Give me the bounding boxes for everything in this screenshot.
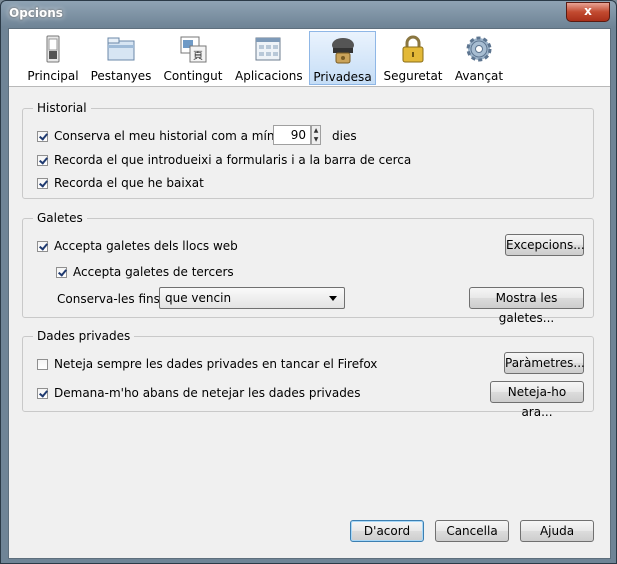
switch-icon — [46, 35, 60, 63]
ask-before-clear-checkbox[interactable] — [37, 388, 48, 399]
pane-label: Contingut — [163, 69, 223, 83]
help-button[interactable]: Ajuda — [520, 520, 594, 542]
exceptions-button[interactable]: Excepcions... — [505, 234, 585, 256]
private-data-legend: Dades privades — [33, 329, 135, 343]
accept-cookies-checkbox[interactable] — [37, 241, 48, 252]
applications-window-icon — [255, 37, 281, 61]
keep-until-select[interactable]: que vencin — [159, 287, 345, 309]
settings-button[interactable]: Paràmetres... — [504, 352, 585, 374]
pane-pestanyes[interactable]: Pestanyes — [89, 31, 153, 85]
accept-third-party-checkbox[interactable] — [56, 267, 67, 278]
remember-downloads-checkbox[interactable] — [37, 178, 48, 189]
show-cookies-button[interactable]: Mostra les galetes... — [469, 287, 584, 325]
folder-tabs-icon — [107, 37, 135, 61]
pane-label: Aplicacions — [235, 69, 303, 83]
pane-aplicacions[interactable]: Aplicacions — [235, 31, 303, 85]
keep-until-value: que vencin — [165, 291, 232, 305]
remember-downloads-label: Recorda el que he baixat — [54, 176, 204, 190]
privacy-mask-icon — [331, 38, 354, 64]
gear-icon — [466, 36, 492, 62]
private-data-group: Dades privades Neteja sempre les dades p… — [22, 329, 594, 419]
pane-label: Seguretat — [383, 69, 443, 83]
accept-cookies-label: Accepta galetes dels llocs web — [54, 239, 238, 253]
pane-contingut[interactable]: 頁 Contingut — [161, 31, 225, 85]
pane-seguretat[interactable]: Seguretat — [383, 31, 443, 85]
keep-history-label: Conserva el meu historial com a mínim — [54, 129, 290, 143]
privacy-pane-content: Historial Conserva el meu historial com … — [9, 87, 610, 558]
keep-until-label: Conserva-les fins: — [57, 292, 164, 306]
pane-label: Privadesa — [313, 70, 372, 84]
title-bar[interactable]: Opcions x — [1, 1, 616, 28]
svg-text:頁: 頁 — [193, 50, 203, 62]
remember-forms-label: Recorda el que introdueixi a formularis … — [54, 153, 412, 167]
pane-privadesa[interactable]: Privadesa — [309, 31, 376, 85]
pane-label: Pestanyes — [90, 69, 152, 83]
stepper-up-icon[interactable]: ▲ — [312, 126, 320, 135]
pane-label: Principal — [27, 69, 79, 83]
cancel-button[interactable]: Cancella — [435, 520, 509, 542]
pane-principal[interactable]: Principal — [23, 31, 83, 85]
close-button[interactable]: x — [566, 2, 610, 22]
dropdown-arrow-icon — [329, 296, 337, 301]
history-group: Historial Conserva el meu historial com … — [22, 101, 594, 199]
history-days-stepper[interactable]: ▲ ▼ — [311, 125, 321, 145]
remember-forms-checkbox[interactable] — [37, 155, 48, 166]
ask-before-clear-label: Demana-m'ho abans de netejar les dades p… — [54, 386, 361, 400]
days-unit-label: dies — [332, 129, 357, 143]
padlock-icon — [402, 35, 424, 63]
pane-avancat[interactable]: Avançat — [449, 31, 509, 85]
cookies-legend: Galetes — [33, 211, 87, 225]
clear-now-button[interactable]: Neteja-ho ara... — [490, 381, 584, 419]
always-clear-label: Neteja sempre les dades privades en tanc… — [54, 357, 378, 371]
accept-third-party-label: Accepta galetes de tercers — [73, 265, 234, 279]
content-page-icon: 頁 — [180, 36, 207, 63]
options-window: Opcions x Principal Pestanyes 頁 Contingu… — [0, 0, 617, 564]
history-days-input[interactable]: 90 — [273, 125, 311, 145]
pane-label: Avançat — [454, 69, 504, 83]
dialog-client: Principal Pestanyes 頁 Contingut Aplicaci… — [8, 28, 611, 559]
keep-history-checkbox[interactable] — [37, 131, 48, 142]
history-legend: Historial — [33, 101, 91, 115]
ok-button[interactable]: D'acord — [350, 520, 424, 542]
preference-panes-toolbar: Principal Pestanyes 頁 Contingut Aplicaci… — [9, 29, 610, 87]
always-clear-checkbox[interactable] — [37, 359, 48, 370]
window-title: Opcions — [9, 6, 63, 20]
cookies-group: Galetes Accepta galetes dels llocs web E… — [22, 211, 594, 325]
stepper-down-icon[interactable]: ▼ — [312, 135, 320, 144]
